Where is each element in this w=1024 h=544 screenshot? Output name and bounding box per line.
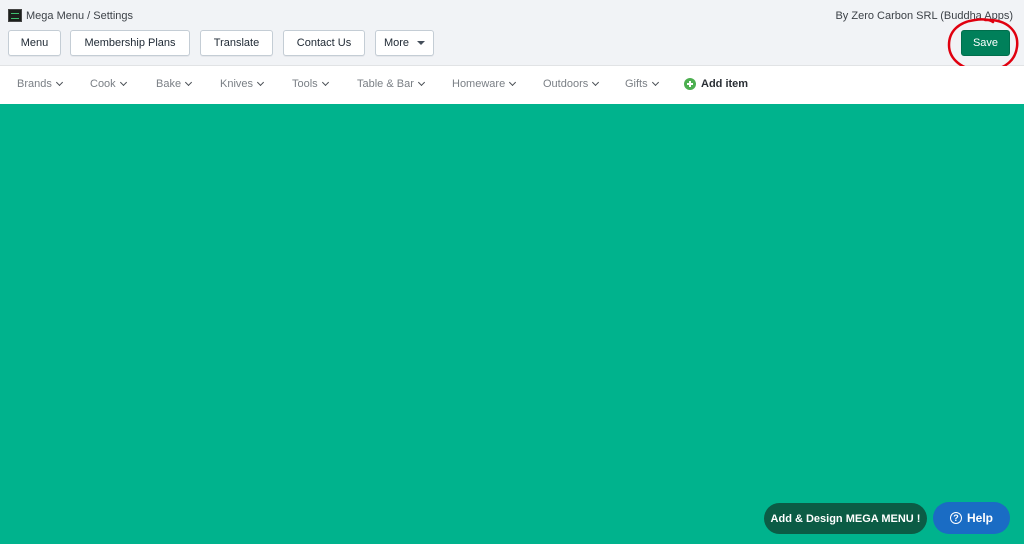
chevron-down-icon bbox=[651, 78, 659, 87]
nav-item-label: Outdoors bbox=[543, 78, 589, 90]
nav-item-tools[interactable]: Tools bbox=[292, 78, 329, 90]
membership-plans-button[interactable]: Membership Plans bbox=[70, 30, 190, 56]
nav-item-brands[interactable]: Brands bbox=[17, 78, 63, 90]
top-toolbar: Mega Menu / Settings By Zero Carbon SRL … bbox=[0, 0, 1024, 66]
nav-item-label: Tools bbox=[292, 78, 318, 90]
nav-item-cook[interactable]: Cook bbox=[90, 78, 127, 90]
nav-item-table-bar[interactable]: Table & Bar bbox=[357, 78, 425, 90]
chevron-down-icon bbox=[417, 78, 425, 87]
help-label: Help bbox=[966, 511, 993, 525]
plus-circle-icon bbox=[684, 78, 696, 90]
contact-us-button[interactable]: Contact Us bbox=[283, 30, 365, 56]
question-circle-icon: ? bbox=[949, 512, 962, 524]
chevron-down-icon bbox=[119, 78, 127, 87]
nav-item-label: Gifts bbox=[625, 78, 648, 90]
menu-preview-canvas bbox=[0, 104, 1024, 544]
chevron-down-icon bbox=[321, 78, 329, 87]
add-item-button[interactable]: Add item bbox=[684, 78, 748, 90]
more-dropdown-button[interactable]: More bbox=[375, 30, 434, 56]
developer-byline: By Zero Carbon SRL (Buddha Apps) bbox=[835, 10, 1013, 22]
chevron-down-icon bbox=[55, 78, 63, 87]
add-item-label: Add item bbox=[701, 78, 749, 90]
translate-button[interactable]: Translate bbox=[200, 30, 273, 56]
help-button[interactable]: ? Help bbox=[933, 502, 1010, 534]
chevron-down-icon bbox=[592, 78, 600, 87]
caret-down-icon bbox=[417, 41, 426, 45]
nav-item-bake[interactable]: Bake bbox=[156, 78, 193, 90]
save-button[interactable]: Save bbox=[961, 30, 1010, 56]
nav-item-label: Bake bbox=[156, 78, 182, 90]
menu-button[interactable]: Menu bbox=[8, 30, 61, 56]
app-logo-icon bbox=[8, 9, 22, 22]
nav-item-label: Brands bbox=[17, 78, 52, 90]
nav-item-gifts[interactable]: Gifts bbox=[625, 78, 659, 90]
chevron-down-icon bbox=[185, 78, 193, 87]
nav-item-label: Homeware bbox=[452, 78, 506, 90]
nav-item-outdoors[interactable]: Outdoors bbox=[543, 78, 600, 90]
nav-item-label: Table & Bar bbox=[357, 78, 414, 90]
add-design-mega-menu-button[interactable]: Add & Design MEGA MENU ! bbox=[764, 503, 927, 534]
menu-preview-bar: Brands Cook Bake Knives Tools Table & Ba… bbox=[0, 66, 1024, 104]
chevron-down-icon bbox=[256, 78, 265, 87]
more-label: More bbox=[383, 37, 410, 49]
chevron-down-icon bbox=[509, 78, 517, 87]
breadcrumb: Mega Menu / Settings bbox=[26, 10, 134, 22]
nav-item-label: Knives bbox=[220, 78, 254, 90]
nav-item-knives[interactable]: Knives bbox=[220, 78, 265, 90]
nav-item-label: Cook bbox=[90, 78, 116, 90]
nav-item-homeware[interactable]: Homeware bbox=[452, 78, 517, 90]
